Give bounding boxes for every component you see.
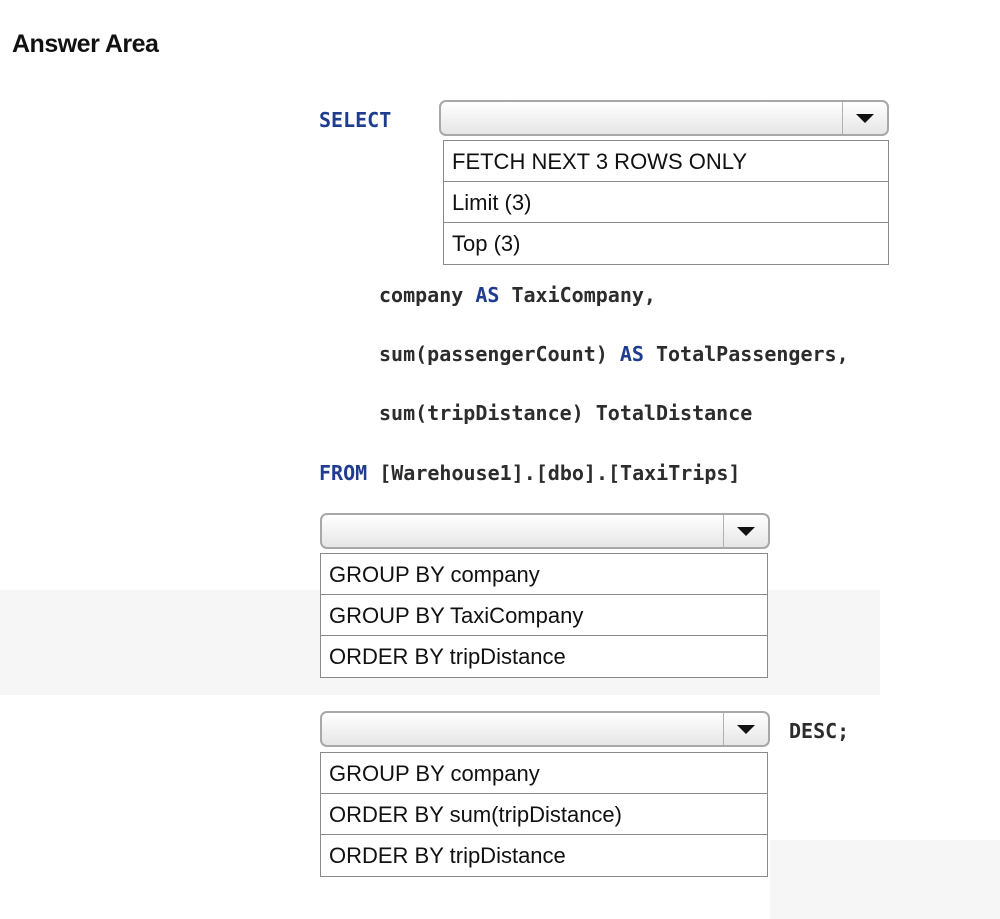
desc-keyword: DESC; (789, 719, 850, 743)
as-keyword: AS (619, 342, 644, 366)
dropdown-order-clause[interactable] (320, 711, 770, 747)
dropdown-option[interactable]: GROUP BY company (321, 753, 767, 794)
code-text: sum(passengerCount) (379, 342, 620, 366)
code-line-passengers: sum(passengerCount) AS TotalPassengers, (379, 342, 849, 366)
code-text: company (379, 283, 476, 307)
chevron-down-icon (856, 113, 874, 123)
dropdown-group-clause[interactable] (320, 513, 770, 549)
dropdown-options-list: GROUP BY company GROUP BY TaxiCompany OR… (320, 553, 768, 678)
code-line-from: FROM [Warehouse1].[dbo].[TaxiTrips] (319, 461, 740, 485)
dropdown-option[interactable]: Limit (3) (444, 182, 888, 223)
code-line-company: company AS TaxiCompany, (379, 283, 656, 307)
dropdown-select-limit[interactable] (439, 100, 889, 136)
dropdown-options-list: FETCH NEXT 3 ROWS ONLY Limit (3) Top (3) (443, 140, 889, 265)
dropdown-option[interactable]: GROUP BY TaxiCompany (321, 595, 767, 636)
page-title: Answer Area (12, 30, 159, 58)
dropdown-option[interactable]: Top (3) (444, 223, 888, 264)
dropdown-option[interactable]: FETCH NEXT 3 ROWS ONLY (444, 141, 888, 182)
dropdown-option[interactable]: ORDER BY tripDistance (321, 636, 767, 677)
select-keyword: SELECT (319, 108, 392, 132)
chevron-down-icon (737, 526, 755, 536)
code-text: TaxiCompany, (499, 283, 656, 307)
dropdown-toggle-button[interactable] (723, 515, 768, 547)
code-text: TotalPassengers, (643, 342, 849, 366)
dropdown-option[interactable]: ORDER BY sum(tripDistance) (321, 794, 767, 835)
chevron-down-icon (737, 724, 755, 734)
code-text: [Warehouse1].[dbo].[TaxiTrips] (367, 461, 741, 485)
background-band (770, 840, 1000, 919)
dropdown-toggle-button[interactable] (842, 102, 887, 134)
from-keyword: FROM (319, 461, 368, 485)
as-keyword: AS (475, 283, 500, 307)
dropdown-option[interactable]: ORDER BY tripDistance (321, 835, 767, 876)
code-line-distance: sum(tripDistance) TotalDistance (379, 401, 753, 425)
dropdown-toggle-button[interactable] (723, 713, 768, 745)
dropdown-options-list: GROUP BY company ORDER BY sum(tripDistan… (320, 752, 768, 877)
dropdown-option[interactable]: GROUP BY company (321, 554, 767, 595)
